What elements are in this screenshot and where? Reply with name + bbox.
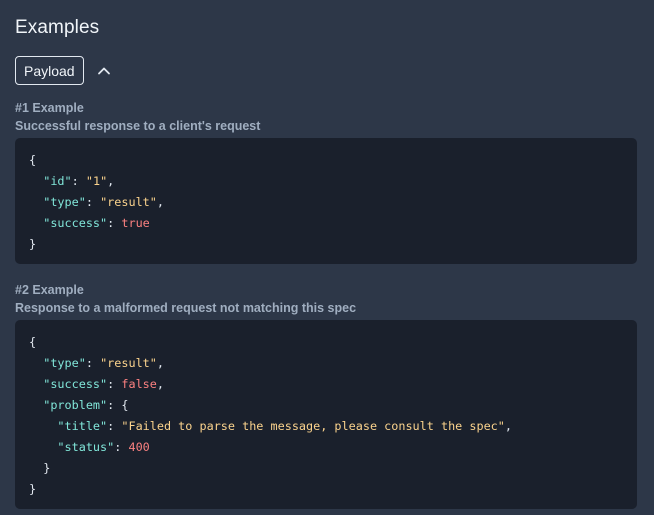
- example-2-description: Response to a malformed request not matc…: [15, 301, 357, 315]
- json-string-value: "Failed to parse the message, please con…: [121, 419, 505, 433]
- section-title: Examples: [15, 17, 100, 38]
- json-string-value: "result": [100, 356, 157, 370]
- example-1-code-block: { "id": "1", "type": "result", "success"…: [15, 138, 637, 264]
- json-brace: {: [29, 153, 37, 167]
- json-brace: }: [29, 482, 37, 496]
- example-1-heading: #1 Example: [15, 101, 84, 115]
- json-brace: }: [29, 237, 37, 251]
- json-key: "id": [43, 174, 72, 188]
- json-brace: {: [29, 335, 37, 349]
- json-key: "success": [43, 216, 108, 230]
- payload-button[interactable]: Payload: [15, 56, 84, 85]
- example-2-heading: #2 Example: [15, 283, 84, 297]
- json-key: "success": [43, 377, 108, 391]
- json-string-value: "result": [100, 195, 157, 209]
- json-brace: {: [121, 398, 129, 412]
- examples-toolbar: Payload: [15, 56, 112, 85]
- json-key: "type": [43, 195, 86, 209]
- json-brace: }: [43, 461, 51, 475]
- example-1-description: Successful response to a client's reques…: [15, 119, 261, 133]
- json-key: "status": [57, 440, 115, 454]
- json-boolean-value: false: [121, 377, 157, 391]
- json-key: "type": [43, 356, 86, 370]
- json-key: "title": [57, 419, 108, 433]
- json-key: "problem": [43, 398, 108, 412]
- example-2-code-block: { "type": "result", "success": false, "p…: [15, 320, 637, 509]
- json-boolean-value: true: [121, 216, 150, 230]
- chevron-up-icon[interactable]: [96, 63, 112, 79]
- json-string-value: "1": [85, 174, 108, 188]
- json-number-value: 400: [128, 440, 150, 454]
- examples-panel: Examples Payload #1 Example Successful r…: [0, 0, 654, 515]
